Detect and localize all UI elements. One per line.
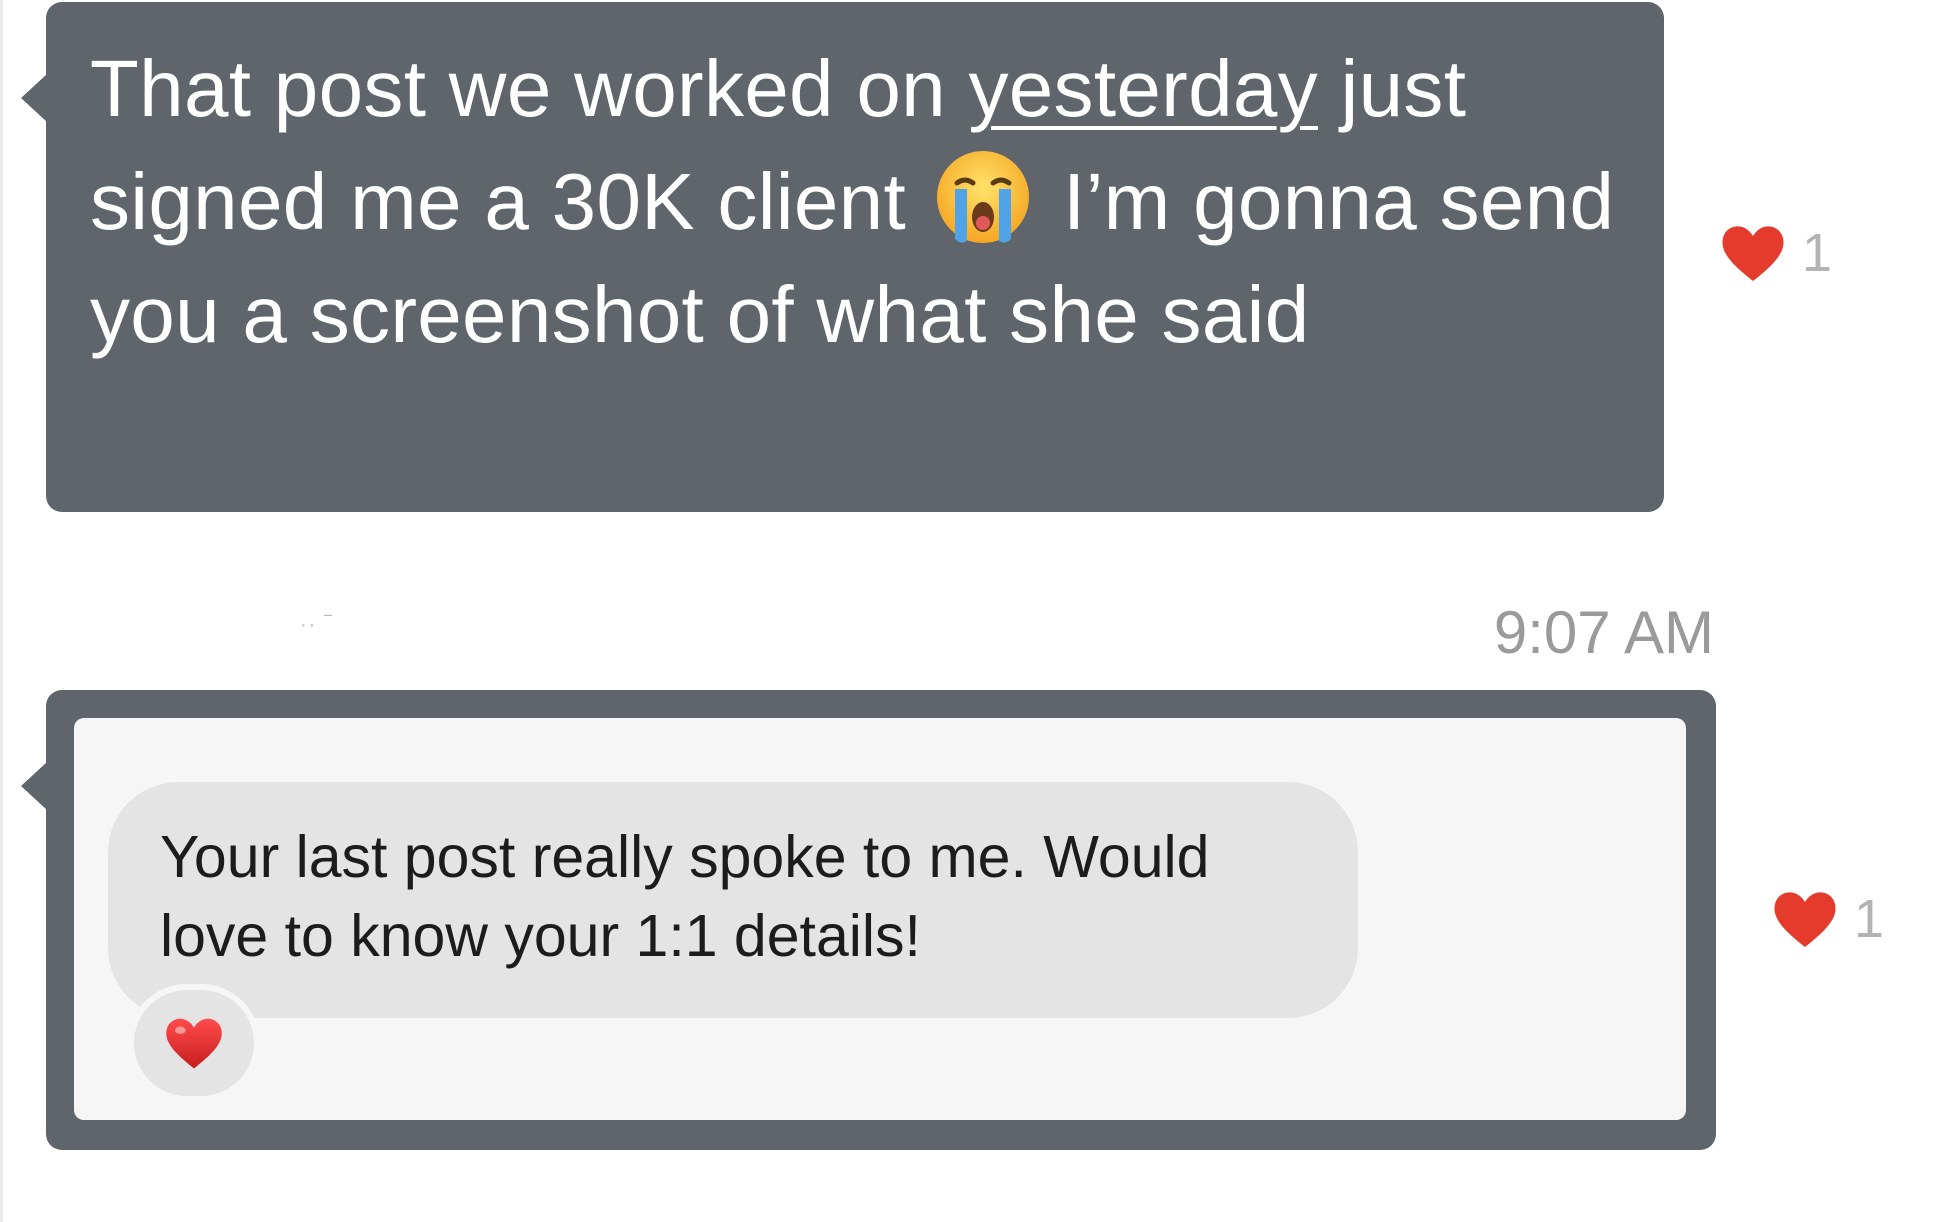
message-1-underlined-word[interactable]: yesterday [968, 44, 1318, 133]
message-1-text: That post we worked on yesterday just si… [90, 32, 1630, 371]
heart-icon [1774, 892, 1836, 947]
message-bubble-2-image[interactable]: Your last post really spoke to me. Would… [46, 690, 1716, 1150]
message-bubble-tail [21, 74, 47, 122]
heart-icon [1722, 226, 1784, 281]
embedded-reaction-badge [128, 984, 260, 1102]
loudly-crying-face-emoji [936, 151, 1029, 243]
message-timestamp: 9:07 AM [1493, 599, 1714, 666]
heart-emoji [166, 1018, 222, 1069]
message-2-reaction[interactable]: 1 [1772, 888, 1884, 950]
left-edge-divider [0, 0, 3, 1222]
embedded-message-text: Your last post really spoke to me. Would… [160, 824, 1210, 969]
embedded-screenshot[interactable]: Your last post really spoke to me. Would… [74, 718, 1686, 1120]
message-bubble-1[interactable]: That post we worked on yesterday just si… [46, 2, 1664, 512]
reaction-count: 1 [1854, 889, 1885, 949]
message-bubble-tail [21, 762, 47, 810]
reaction-count: 1 [1802, 223, 1833, 283]
typing-artifact: ·· ‾ [300, 614, 334, 636]
message-1-reaction[interactable]: 1 [1720, 222, 1832, 284]
message-1-text-start: That post we worked on [90, 44, 969, 133]
